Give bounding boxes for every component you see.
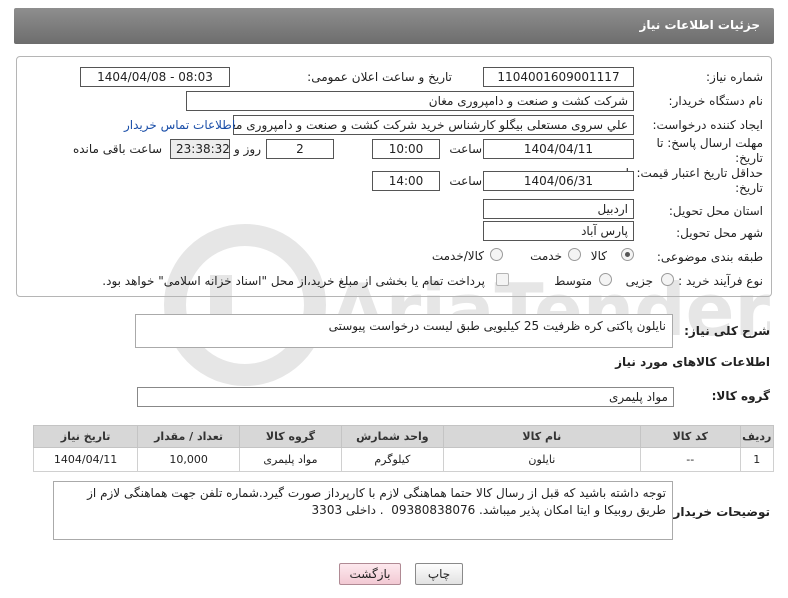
goods-table: ردیف کد کالا نام کالا واحد شمارش گروه کا… xyxy=(32,425,775,472)
page-title: جزئیات اطلاعات نیاز xyxy=(639,18,760,32)
delivery-province-field[interactable]: اردبیل xyxy=(483,199,634,219)
process-radio-minor[interactable] xyxy=(661,273,674,286)
buyer-contact-link[interactable]: اطلاعات تماس خریدار xyxy=(124,118,235,132)
purchase-process-label: نوع فرآیند خرید : xyxy=(678,274,763,288)
description-textarea[interactable]: نایلون پاکتی کره ظرفیت 25 کیلیویی طبق لی… xyxy=(135,314,673,348)
goods-table-header-row: ردیف کد کالا نام کالا واحد شمارش گروه کا… xyxy=(32,425,775,448)
column-header: واحد شمارش xyxy=(340,425,444,448)
category-option-service: خدمت xyxy=(530,249,562,263)
column-header: ردیف xyxy=(739,425,775,448)
reply-deadline-label: مهلت ارسال پاسخ: تا تاریخ: xyxy=(656,136,763,165)
process-option-medium: متوسط xyxy=(554,274,592,288)
remaining-time-label: ساعت باقی مانده xyxy=(72,142,162,156)
table-cell: -- xyxy=(639,447,741,472)
table-row[interactable]: 1 -- نایلون کیلوگرم مواد پلیمری 10,000 1… xyxy=(32,447,775,472)
category-label: طبقه بندی موضوعی: xyxy=(656,250,763,264)
column-header: نام کالا xyxy=(442,425,641,448)
price-validity-label: حداقل تاریخ اعتبار قیمت: تا تاریخ: xyxy=(625,166,763,195)
price-validity-time-label: ساعت xyxy=(449,174,482,188)
reply-deadline-time-label: ساعت xyxy=(449,142,482,156)
delivery-city-field[interactable]: پارس آباد xyxy=(483,221,634,241)
table-cell: کیلوگرم xyxy=(340,447,444,472)
goods-group-field[interactable]: مواد پلیمری xyxy=(137,387,674,407)
price-validity-date-field[interactable]: 1404/06/31 xyxy=(483,171,634,191)
buyer-notes-textarea[interactable]: توجه داشته باشید که قبل از رسال کالا حتم… xyxy=(53,481,673,540)
table-cell: 1 xyxy=(739,447,775,472)
price-validity-time-field[interactable]: 14:00 xyxy=(372,171,440,191)
goods-section-title: اطلاعات کالاهای مورد نیاز xyxy=(615,355,770,369)
reply-deadline-date-field[interactable]: 1404/04/11 xyxy=(483,139,634,159)
back-button[interactable]: بازگشت xyxy=(339,563,401,585)
treasury-payment-checkbox[interactable] xyxy=(496,273,509,286)
goods-group-label: گروه کالا: xyxy=(711,389,770,403)
delivery-city-label: شهر محل تحویل: xyxy=(676,226,763,240)
category-option-goods: کالا xyxy=(590,249,607,263)
reply-deadline-time-field[interactable]: 10:00 xyxy=(372,139,440,159)
creator-field[interactable]: علي سروی مستعلی بیگلو کارشناس خرید شرکت … xyxy=(233,115,634,135)
category-radio-goods-service[interactable] xyxy=(490,248,503,261)
category-option-goods-service: کالا/خدمت xyxy=(431,249,484,263)
column-header: تعداد / مقدار xyxy=(137,425,241,448)
column-header: کد کالا xyxy=(639,425,741,448)
print-button[interactable]: چاپ xyxy=(415,563,463,585)
creator-label: ایجاد کننده درخواست: xyxy=(652,118,763,132)
buyer-org-field[interactable]: شرکت کشت و صنعت و دامپروری مغان xyxy=(186,91,634,111)
delivery-province-label: استان محل تحویل: xyxy=(668,204,763,218)
remaining-days-label: روز و xyxy=(234,142,261,156)
announce-datetime-field[interactable]: 1404/04/08 - 08:03 xyxy=(80,67,230,87)
table-cell: مواد پلیمری xyxy=(239,447,342,472)
category-radio-goods[interactable] xyxy=(621,248,634,261)
announce-datetime-label: تاریخ و ساعت اعلان عمومی: xyxy=(307,70,452,84)
treasury-payment-note: پرداخت تمام یا بخشی از مبلغ خرید،از محل … xyxy=(102,274,485,288)
process-option-minor: جزیی xyxy=(625,274,653,288)
description-label: شرح کلی نیاز: xyxy=(684,324,770,338)
buyer-org-label: نام دستگاه خریدار: xyxy=(668,94,764,108)
table-cell: 10,000 xyxy=(137,447,241,472)
table-cell: 1404/04/11 xyxy=(32,447,139,472)
process-radio-medium[interactable] xyxy=(599,273,612,286)
remaining-days-field[interactable]: 2 xyxy=(266,139,334,159)
need-number-label: شماره نیاز: xyxy=(706,70,763,84)
page-header: جزئیات اطلاعات نیاز xyxy=(14,8,774,44)
need-number-field[interactable]: 1104001609001117 xyxy=(483,67,634,87)
buyer-notes-label: توضیحات خریدار: xyxy=(668,505,770,519)
column-header: تاریخ نیاز xyxy=(32,425,139,448)
table-cell: نایلون xyxy=(442,447,641,472)
category-radio-service[interactable] xyxy=(568,248,581,261)
column-header: گروه کالا xyxy=(239,425,342,448)
remaining-time-field: 23:38:32 xyxy=(170,139,230,159)
